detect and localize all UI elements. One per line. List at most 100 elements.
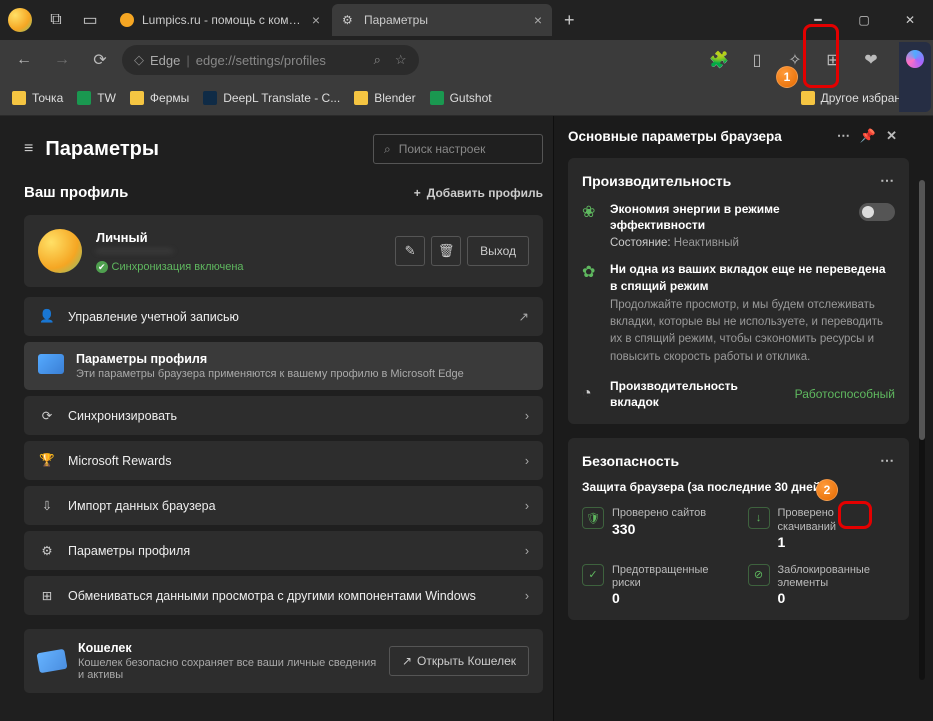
- person-gear-icon: ⚙: [38, 543, 56, 558]
- add-profile-button[interactable]: +Добавить профиль: [414, 186, 543, 200]
- shield-icon: 🛡: [582, 507, 604, 529]
- browser-essentials-icon[interactable]: ❤: [855, 44, 887, 76]
- pin-icon[interactable]: 📌: [860, 128, 876, 144]
- close-icon[interactable]: ×: [534, 12, 542, 28]
- sync-icon: ⟳: [38, 408, 56, 423]
- sec-more-icon[interactable]: ⋯: [880, 452, 895, 469]
- sec-risks: ✓Предотвращенные риски0: [582, 564, 730, 606]
- profile-card: Личный ——————— Синхронизация включена ✎ …: [24, 215, 543, 287]
- wallet-desc: Кошелек безопасно сохраняет все ваши лич…: [78, 657, 377, 681]
- reader-icon[interactable]: ▯: [741, 44, 773, 76]
- sync-status: Синхронизация включена: [96, 261, 381, 273]
- close-icon[interactable]: ×: [312, 12, 320, 28]
- edit-profile-button[interactable]: ✎: [395, 236, 425, 266]
- sec-title: Безопасность: [582, 453, 679, 469]
- id-card-icon: [38, 354, 64, 374]
- sec-subtitle: Защита браузера (за последние 30 дней): [582, 479, 895, 495]
- wallet-card: Кошелек Кошелек безопасно сохраняет все …: [24, 629, 543, 693]
- reload-button[interactable]: ⟳: [84, 44, 116, 76]
- logout-button[interactable]: Выход: [467, 236, 529, 266]
- minimize-button[interactable]: ━: [795, 0, 841, 40]
- tab-actions-icon[interactable]: ⧉: [42, 6, 70, 34]
- profile-email: ———————: [96, 245, 381, 257]
- page-title: Параметры: [45, 138, 159, 161]
- bookmark-fermy[interactable]: Фермы: [130, 91, 189, 105]
- scrollbar-thumb[interactable]: [919, 180, 925, 440]
- plus-icon: +: [414, 186, 421, 200]
- person-icon: 👤: [38, 309, 56, 324]
- sheet-icon: [77, 91, 91, 105]
- folder-icon: [801, 91, 815, 105]
- close-window-button[interactable]: ✕: [887, 0, 933, 40]
- leaf-icon: ✿: [582, 262, 600, 280]
- import-row[interactable]: ⇩Импорт данных браузера›: [24, 486, 543, 525]
- tab-perf-label: Производительность вкладок: [610, 378, 785, 410]
- tabs-desc: Продолжайте просмотр, и мы будем отслежи…: [610, 297, 895, 366]
- profile-params-desc: Эти параметры браузера применяются к ваш…: [76, 368, 464, 380]
- section-profile-title: Ваш профиль: [24, 184, 128, 201]
- wallet-title: Кошелек: [78, 641, 377, 655]
- sheet-icon: [430, 91, 444, 105]
- back-button[interactable]: ←: [8, 44, 40, 76]
- check-shield-icon: ✓: [582, 564, 604, 586]
- tab-settings[interactable]: ⚙ Параметры ×: [332, 4, 552, 36]
- perf-title: Производительность: [582, 173, 731, 189]
- copilot-sidebar[interactable]: [899, 42, 931, 112]
- panel-title: Основные параметры браузера: [568, 129, 782, 144]
- sec-blocked: ⊘Заблокированные элементы0: [748, 564, 896, 606]
- bookmark-deepl[interactable]: DeepL Translate - С...: [203, 91, 340, 105]
- extensions-icon[interactable]: 🧩: [703, 44, 735, 76]
- profile-params-card: Параметры профиля Эти параметры браузера…: [24, 342, 543, 390]
- sec-downloads: ↓Проверено скачиваний1: [748, 507, 896, 549]
- tabs-title: Ни одна из ваших вкладок еще не переведе…: [610, 261, 895, 293]
- window-controls: ━ ▢ ✕: [795, 0, 933, 40]
- chevron-right-icon: ›: [525, 409, 529, 423]
- bookmark-tw[interactable]: TW: [77, 91, 116, 105]
- tab-lumpics[interactable]: Lumpics.ru - помощь с компью... ×: [110, 4, 330, 36]
- performance-card: Производительность⋯ ❀ Экономия энергии в…: [568, 158, 909, 424]
- external-icon: ↗: [402, 654, 412, 668]
- search-icon: ⌕: [384, 142, 391, 157]
- maximize-button[interactable]: ▢: [841, 0, 887, 40]
- perf-more-icon[interactable]: ⋯: [880, 172, 895, 189]
- bookmark-tochka[interactable]: Точка: [12, 91, 63, 105]
- settings-pane: ≡ Параметры ⌕ Поиск настроек Ваш профиль…: [0, 116, 553, 721]
- open-wallet-button[interactable]: ↗Открыть Кошелек: [389, 646, 529, 676]
- energy-toggle[interactable]: [859, 203, 895, 221]
- vertical-tabs-icon[interactable]: ▭: [76, 6, 104, 34]
- search-input[interactable]: ⌕ Поиск настроек: [373, 134, 543, 164]
- profile-settings-row[interactable]: ⚙Параметры профиля›: [24, 531, 543, 570]
- profile-name: Личный: [96, 230, 381, 245]
- new-tab-button[interactable]: +: [554, 10, 585, 31]
- rewards-row[interactable]: 🏆Microsoft Rewards›: [24, 441, 543, 480]
- leaf-icon: ❀: [582, 202, 600, 220]
- search-icon[interactable]: ⌕: [374, 52, 381, 68]
- deepl-icon: [203, 91, 217, 105]
- manage-account-row[interactable]: 👤 Управление учетной записью ↗: [24, 297, 543, 336]
- profile-avatar-icon[interactable]: [8, 8, 32, 32]
- block-icon: ⊘: [748, 564, 770, 586]
- sync-row[interactable]: ⟳Синхронизировать›: [24, 396, 543, 435]
- bookmark-blender[interactable]: Blender: [354, 91, 415, 105]
- folder-icon: [130, 91, 144, 105]
- star-icon[interactable]: ☆: [395, 52, 407, 68]
- panel-more-icon[interactable]: ⋯: [837, 128, 850, 144]
- annotation-number-2: 2: [816, 479, 838, 501]
- share-data-row[interactable]: ⊞Обмениваться данными просмотра с другим…: [24, 576, 543, 615]
- collections-icon[interactable]: ⊞: [817, 44, 849, 76]
- external-icon: ↗: [519, 309, 529, 324]
- avatar: [38, 229, 82, 273]
- address-bar[interactable]: ◇ Edge | edge://settings/profiles ⌕ ☆: [122, 45, 419, 75]
- scrollbar[interactable]: [919, 180, 925, 680]
- trophy-icon: 🏆: [38, 453, 56, 468]
- annotation-number-1: 1: [776, 66, 798, 88]
- bookmark-gutshot[interactable]: Gutshot: [430, 91, 492, 105]
- search-placeholder: Поиск настроек: [399, 142, 486, 156]
- favicon-icon: [120, 13, 134, 27]
- hamburger-icon[interactable]: ≡: [24, 140, 33, 158]
- tab-title: Lumpics.ru - помощь с компью...: [142, 13, 304, 27]
- address-url: edge://settings/profiles: [196, 53, 326, 68]
- close-panel-icon[interactable]: ✕: [886, 128, 897, 144]
- delete-profile-button[interactable]: 🗑: [431, 236, 461, 266]
- folder-icon: [12, 91, 26, 105]
